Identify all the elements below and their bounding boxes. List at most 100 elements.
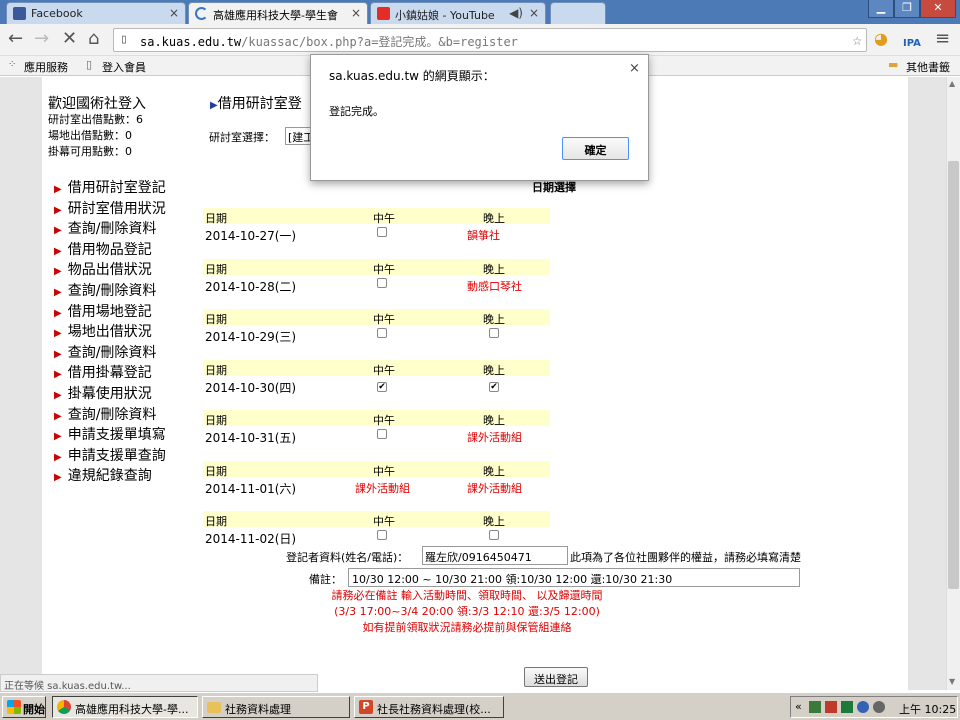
date-block: 日期 中午 晚上 2014-11-01(六) 課外活動組 課外活動組 bbox=[203, 460, 550, 496]
slot-checkbox[interactable] bbox=[377, 227, 387, 237]
close-tab-icon[interactable]: × bbox=[529, 6, 539, 20]
alert-dialog: sa.kuas.edu.tw 的網頁顯示： × 登記完成。 確定 bbox=[310, 54, 649, 181]
tray-network-icon[interactable] bbox=[825, 701, 837, 713]
col-date: 日期 bbox=[205, 313, 227, 326]
dialog-message: 登記完成。 bbox=[329, 105, 384, 118]
tab-kuas[interactable]: 高雄應用科技大學-學生會 × bbox=[188, 2, 368, 24]
welcome-text: 歡迎國術社登入 bbox=[48, 96, 146, 112]
table-row: 2014-11-01(六) 課外活動組 課外活動組 bbox=[203, 478, 550, 496]
table-header: 日期 中午 晚上 bbox=[203, 410, 550, 427]
minimize-button[interactable]: ▁ bbox=[868, 0, 894, 18]
scrollbar[interactable]: ▲ ▼ bbox=[946, 77, 960, 690]
url-path: /kuassac/box.php?a=登記完成。&b=register bbox=[241, 35, 518, 49]
tray-security-icon[interactable] bbox=[841, 701, 853, 713]
table-row: 2014-11-02(日) bbox=[203, 528, 550, 546]
tray-volume-icon[interactable] bbox=[873, 701, 885, 713]
submit-button[interactable]: 送出登記 bbox=[524, 667, 588, 687]
col-date: 日期 bbox=[205, 414, 227, 427]
other-bookmarks[interactable]: 其他書籤 bbox=[906, 59, 950, 75]
sidebar-item[interactable]: ▶ 查詢/刪除資料 bbox=[54, 280, 156, 300]
tray-app-icon[interactable] bbox=[809, 701, 821, 713]
sidebar-item-label: 掛幕使用狀況 bbox=[67, 386, 152, 402]
close-tab-icon[interactable]: × bbox=[351, 6, 361, 20]
slot-checkbox[interactable]: ✔ bbox=[377, 381, 387, 392]
stop-icon[interactable]: ✕ bbox=[62, 29, 77, 49]
sidebar-item[interactable]: ▶ 借用掛幕登記 bbox=[54, 362, 152, 382]
dialog-close-icon[interactable]: × bbox=[629, 61, 640, 76]
registrant-input[interactable]: 羅左欣/0916450471 bbox=[422, 546, 568, 565]
taskbar-item-powerpoint[interactable]: P 社長社務資料處理(校... bbox=[354, 696, 504, 718]
table-header: 日期 中午 晚上 bbox=[203, 511, 550, 528]
sidebar-item-label: 借用掛幕登記 bbox=[67, 365, 152, 382]
sidebar-item[interactable]: ▶ 查詢/刪除資料 bbox=[54, 404, 156, 424]
bookmark-apps[interactable]: 應用服務 bbox=[24, 59, 68, 75]
facebook-icon bbox=[13, 7, 26, 20]
tray-expand-icon[interactable]: « bbox=[795, 700, 802, 713]
slot-checkbox[interactable] bbox=[489, 530, 499, 540]
venue-points: 場地出借點數：0 bbox=[48, 129, 132, 142]
tab-facebook[interactable]: Facebook × bbox=[6, 2, 186, 24]
home-icon[interactable]: ⌂ bbox=[88, 29, 99, 49]
booked-label: 課外活動組 bbox=[467, 431, 522, 444]
taskbar: 開始 高雄應用科技大學-學... 社務資料處理 P 社長社務資料處理(校... … bbox=[0, 692, 960, 720]
chrome-icon bbox=[57, 700, 71, 714]
bullet-icon: ▶ bbox=[54, 472, 62, 484]
taskbar-item-chrome[interactable]: 高雄應用科技大學-學... bbox=[52, 696, 198, 718]
sidebar-item[interactable]: ▶ 研討室借用狀況 bbox=[54, 198, 166, 218]
maximize-button[interactable]: ❐ bbox=[894, 0, 920, 18]
dialog-ok-button[interactable]: 確定 bbox=[562, 137, 629, 160]
new-tab-button[interactable] bbox=[550, 2, 606, 24]
screen-points: 掛幕可用點數：0 bbox=[48, 145, 132, 158]
sidebar-item[interactable]: ▶ 申請支援單查詢 bbox=[54, 445, 166, 465]
ipa-extension-icon[interactable]: IPA bbox=[903, 34, 921, 54]
slot-checkbox[interactable] bbox=[489, 328, 499, 338]
sidebar-item-label: 違規紀錄查詢 bbox=[67, 468, 152, 485]
sidebar-item-label: 借用場地登記 bbox=[67, 303, 152, 320]
room-points: 研討室出借點數：6 bbox=[48, 113, 143, 126]
slot-checkbox[interactable] bbox=[377, 530, 387, 540]
slot-checkbox[interactable] bbox=[377, 429, 387, 439]
sidebar-item[interactable]: ▶ 查詢/刪除資料 bbox=[54, 342, 156, 362]
row-date: 2014-11-02(日) bbox=[205, 532, 297, 546]
row-date: 2014-10-30(四) bbox=[205, 380, 297, 395]
extension-icon[interactable]: ◕ bbox=[874, 29, 888, 49]
bookmark-login[interactable]: 登入會員 bbox=[102, 59, 146, 75]
row-date: 2014-10-27(一) bbox=[205, 229, 297, 243]
bullet-icon: ▶ bbox=[54, 266, 62, 278]
taskbar-item-folder[interactable]: 社務資料處理 bbox=[202, 696, 350, 718]
sidebar-item[interactable]: ▶ 查詢/刪除資料 bbox=[54, 218, 156, 238]
scroll-down-icon[interactable]: ▼ bbox=[949, 677, 955, 686]
menu-icon[interactable]: ≡ bbox=[935, 29, 950, 49]
remark-input[interactable]: 10/30 12:00 ~ 10/30 21:00 領:10/30 12:00 … bbox=[348, 568, 800, 587]
slot-checkbox[interactable] bbox=[377, 328, 387, 338]
sidebar-item[interactable]: ▶ 掛幕使用狀況 bbox=[54, 383, 152, 403]
col-noon: 中午 bbox=[373, 212, 395, 225]
tray-update-icon[interactable] bbox=[857, 701, 869, 713]
scrollbar-thumb[interactable] bbox=[948, 161, 959, 589]
col-date: 日期 bbox=[205, 515, 227, 528]
back-icon[interactable]: ← bbox=[8, 29, 23, 49]
close-window-button[interactable]: ✕ bbox=[920, 0, 956, 18]
tab-youtube[interactable]: 小鎮姑娘 - YouTube ◀) × bbox=[370, 2, 546, 24]
col-noon: 中午 bbox=[373, 414, 395, 427]
sidebar-item[interactable]: ▶ 場地出借狀況 bbox=[54, 321, 152, 341]
bullet-icon: ▶ bbox=[54, 287, 62, 298]
col-evening: 晚上 bbox=[483, 313, 505, 326]
col-date: 日期 bbox=[205, 464, 227, 478]
start-button[interactable]: 開始 bbox=[2, 696, 46, 718]
slot-checkbox[interactable]: ✔ bbox=[489, 381, 499, 392]
sidebar-item[interactable]: ▶ 借用場地登記 bbox=[54, 301, 152, 321]
scroll-up-icon[interactable]: ▲ bbox=[949, 79, 955, 88]
slot-checkbox[interactable] bbox=[377, 277, 387, 288]
sidebar-item[interactable]: ▶ 借用物品登記 bbox=[54, 239, 152, 259]
sidebar-item[interactable]: ▶ 違規紀錄查詢 bbox=[54, 465, 152, 485]
sidebar-item[interactable]: ▶ 借用研討室登記 bbox=[54, 177, 166, 197]
star-icon[interactable]: ☆ bbox=[852, 30, 862, 49]
address-bar[interactable]: ▯ sa.kuas.edu.tw/kuassac/box.php?a=登記完成。… bbox=[113, 28, 867, 52]
close-tab-icon[interactable]: × bbox=[169, 6, 179, 20]
tab-strip: Facebook × 高雄應用科技大學-學生會 × 小鎮姑娘 - YouTube… bbox=[0, 0, 960, 24]
forward-icon[interactable]: → bbox=[34, 29, 49, 49]
sidebar-item[interactable]: ▶ 申請支援單填寫 bbox=[54, 424, 166, 444]
date-block: 日期 中午 晚上 2014-10-30(四) ✔ ✔ bbox=[203, 359, 550, 395]
sidebar-item[interactable]: ▶ 物品出借狀況 bbox=[54, 259, 152, 279]
